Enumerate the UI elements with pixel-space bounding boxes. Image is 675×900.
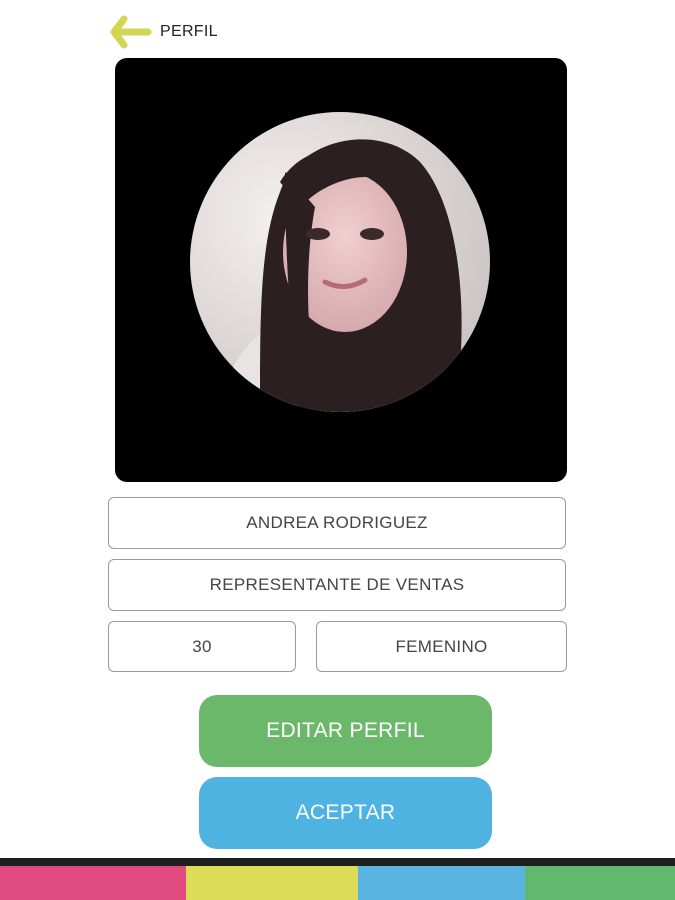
- edit-profile-button[interactable]: EDITAR PERFIL: [199, 695, 492, 767]
- color-segment-pink: [0, 866, 186, 900]
- color-segment-green: [525, 866, 675, 900]
- arrow-left-icon: [110, 15, 152, 49]
- edit-profile-label: EDITAR PERFIL: [266, 719, 425, 742]
- accept-button[interactable]: ACEPTAR: [199, 777, 492, 849]
- color-segment-blue: [358, 866, 525, 900]
- name-field[interactable]: ANDREA RODRIGUEZ: [108, 497, 566, 549]
- gender-field[interactable]: FEMENINO: [316, 621, 567, 672]
- accept-label: ACEPTAR: [295, 801, 396, 824]
- name-value: ANDREA RODRIGUEZ: [246, 513, 428, 532]
- profile-avatar[interactable]: [190, 112, 490, 412]
- age-field[interactable]: 30: [108, 621, 296, 672]
- color-bar: [0, 866, 675, 900]
- gender-value: FEMENINO: [395, 636, 488, 656]
- header: PERFIL: [108, 12, 218, 52]
- color-segment-yellow: [186, 866, 358, 900]
- page-title: PERFIL: [160, 23, 218, 40]
- back-button[interactable]: [108, 12, 154, 52]
- age-value: 30: [192, 636, 212, 656]
- role-value: REPRESENTANTE DE VENTAS: [209, 575, 465, 594]
- role-field[interactable]: REPRESENTANTE DE VENTAS: [108, 559, 566, 611]
- divider: [0, 858, 675, 866]
